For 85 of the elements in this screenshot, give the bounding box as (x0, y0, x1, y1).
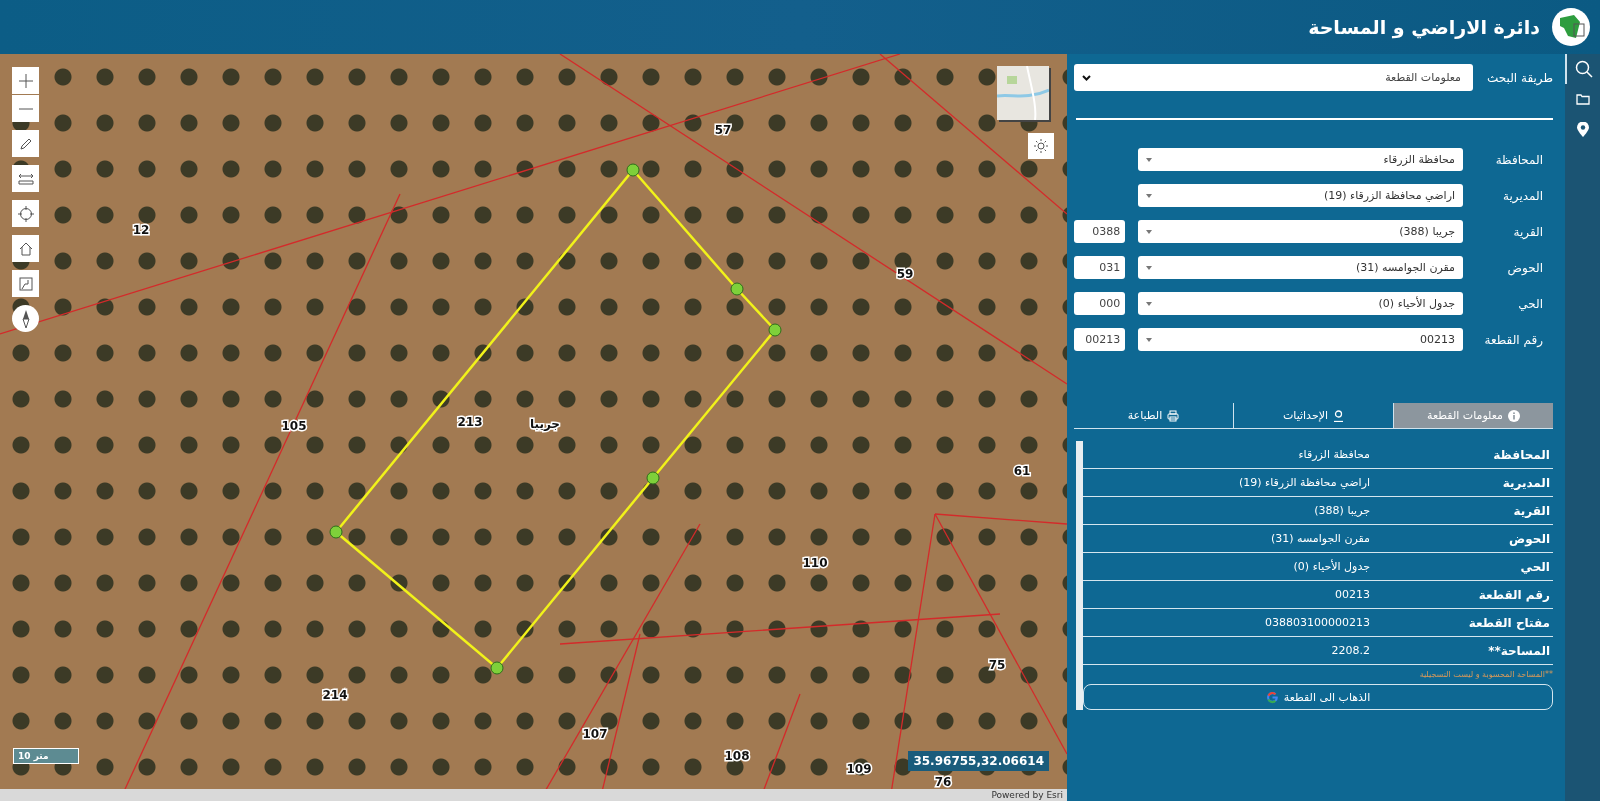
field-label: رقم القطعة (1483, 332, 1544, 347)
info-value: جريبا (388) (1314, 504, 1370, 517)
caret-icon (1146, 301, 1153, 306)
vertex-marker[interactable] (490, 661, 504, 675)
dropdown-field[interactable]: جريبا (388) (1138, 220, 1463, 243)
info-value: اراضي محافظة الزرقاء (19) (1238, 476, 1370, 489)
zoom-in-button[interactable] (12, 67, 39, 94)
info-value: 00213 (1335, 588, 1370, 601)
scrollbar[interactable] (1076, 441, 1083, 710)
parcel-number-label: 107 (582, 727, 608, 741)
chevron-icon (1082, 74, 1091, 81)
search-method-label: طريقة البحث (1486, 70, 1553, 85)
dropdown-field[interactable]: مقرن الجوامسه (31) (1138, 256, 1463, 279)
dropdown-field[interactable]: جدول الأحياء (0) (1138, 292, 1463, 315)
parcel-number-label: 61 (1013, 464, 1031, 478)
vertex-marker[interactable] (730, 282, 744, 296)
info-label: القرية (1512, 503, 1550, 518)
info-label: رقم القطعة (1477, 587, 1550, 602)
info-value: محافظة الزرقاء (1298, 448, 1370, 461)
tab[interactable]: الإحداثيات (1233, 403, 1393, 428)
logo-icon (1552, 8, 1590, 46)
select-area-icon[interactable] (12, 270, 39, 297)
parcel-number-label: 12 (132, 223, 150, 237)
parcel-number-label: 57 (714, 123, 732, 137)
info-label: الحي (1519, 559, 1550, 574)
printer-icon (1167, 409, 1180, 422)
code-field[interactable]: 00213 (1074, 328, 1126, 351)
parcel-number-label: 213 (457, 415, 483, 429)
field-label: المحافظة (1494, 152, 1544, 167)
info-value: 2208.2 (1331, 644, 1370, 657)
code-field[interactable]: 000 (1074, 292, 1126, 315)
field-label: المديرية (1502, 188, 1544, 203)
parcel-number-label: 105 (281, 419, 307, 433)
info-label: المديرية (1501, 475, 1550, 490)
brightness-icon[interactable] (1028, 133, 1054, 159)
info-label: الحوض (1508, 531, 1550, 546)
field-label: الحي (1517, 296, 1544, 311)
info-label: المحافظة (1492, 447, 1550, 462)
dropdown-field[interactable]: محافظة الزرقاء (1138, 148, 1463, 171)
home-icon[interactable] (12, 235, 39, 262)
parcel-number-label: 75 (988, 658, 1006, 672)
locate-icon[interactable] (12, 200, 39, 227)
attribution-text: Powered by Esri (991, 790, 1063, 800)
vertex-marker[interactable] (646, 471, 660, 485)
info-value: جدول الأحياء (0) (1293, 560, 1370, 573)
scale-bar: 10 متر (13, 748, 79, 764)
caret-icon (1146, 265, 1153, 270)
minus-icon (18, 107, 33, 110)
vertex-marker[interactable] (329, 525, 343, 539)
person-pin-icon (1333, 409, 1345, 422)
parcel-number-label: 110 (802, 556, 828, 570)
code-field[interactable]: 031 (1074, 256, 1126, 279)
info-value: مقرن الجوامسه (31) (1270, 532, 1370, 545)
vertex-marker[interactable] (768, 323, 782, 337)
caret-icon (1146, 229, 1153, 234)
info-label: المساحة** (1487, 643, 1550, 658)
google-icon (1265, 690, 1279, 704)
plus-icon (18, 73, 33, 88)
coordinates-readout: 35.96755,32.06614 (908, 751, 1049, 771)
vertex-marker[interactable] (626, 163, 640, 177)
parcel-number-label: 214 (322, 688, 348, 702)
caret-icon (1146, 193, 1153, 198)
search-method-dropdown[interactable]: معلومات القطعة (1074, 64, 1473, 91)
caret-icon (1146, 157, 1153, 162)
parcel-number-label: 108 (724, 749, 750, 763)
field-label: الحوض (1506, 260, 1544, 275)
area-note: **المساحة المحسوبة و ليست التسجيلية (1418, 670, 1553, 679)
tab[interactable]: الطباعة (1074, 403, 1233, 428)
parcel-number-label: 59 (896, 267, 914, 281)
caret-icon (1146, 337, 1153, 342)
app-title: دائرة الاراضي و المساحة (1308, 16, 1540, 38)
info-icon (1507, 409, 1520, 422)
parcel-number-label: 76 (934, 775, 952, 789)
field-label: القرية (1512, 224, 1544, 239)
info-value: 038803100000213 (1265, 616, 1370, 629)
parcel-number-label: جريبا (530, 417, 560, 431)
measure-icon[interactable] (12, 165, 39, 192)
go-to-parcel-button[interactable]: الذهاب الى القطعة (1083, 684, 1553, 710)
overview-map-thumbnail[interactable] (997, 66, 1049, 120)
code-field[interactable]: 0388 (1074, 220, 1126, 243)
info-label: مفتاح القطعة (1467, 615, 1550, 630)
dropdown-field[interactable]: 00213 (1138, 328, 1463, 351)
zoom-out-button[interactable] (12, 95, 39, 122)
pencil-icon[interactable] (12, 130, 39, 157)
dropdown-field[interactable]: اراضي محافظة الزرقاء (19) (1138, 184, 1463, 207)
